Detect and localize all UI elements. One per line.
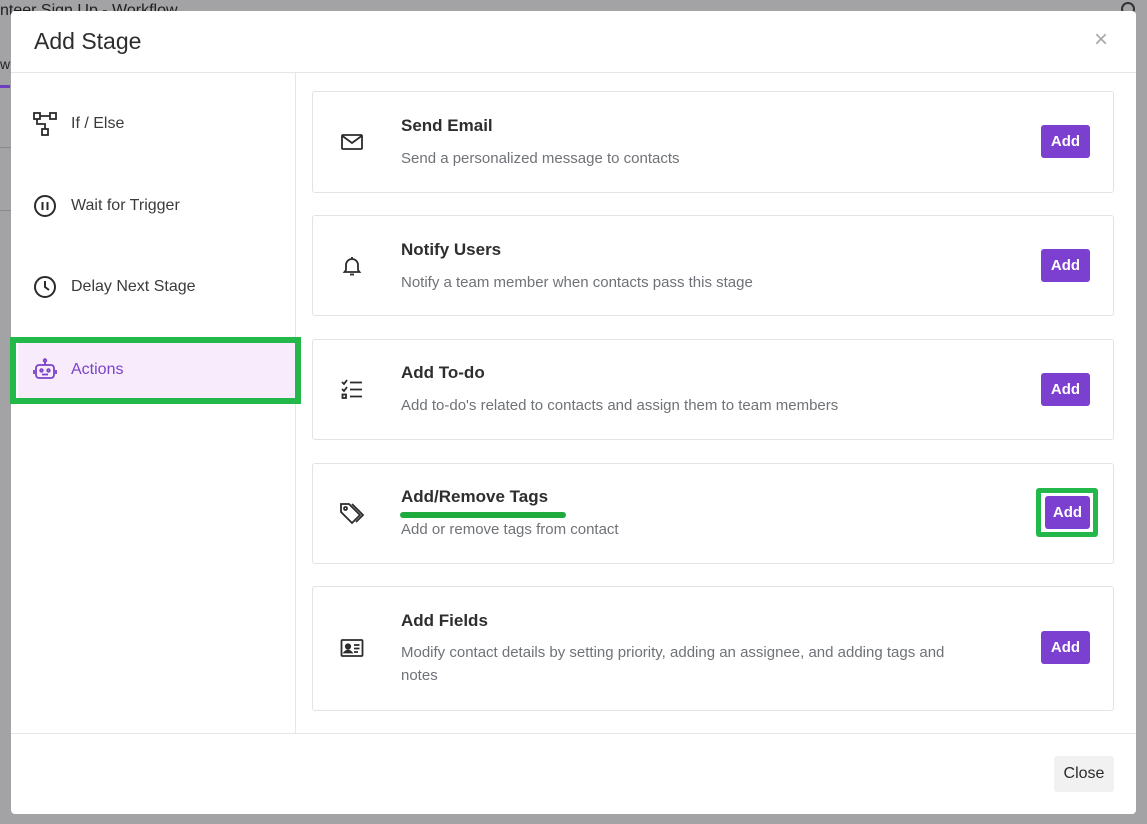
- modal-title: Add Stage: [34, 28, 142, 54]
- background-tab: w: [0, 56, 11, 72]
- modal-footer: Close: [11, 733, 1136, 814]
- sidebar-item-label: Delay Next Stage: [71, 278, 196, 295]
- close-button[interactable]: Close: [1054, 756, 1114, 792]
- action-description: Add or remove tags from contact: [401, 521, 619, 538]
- sidebar-item-wait-for-trigger[interactable]: Wait for Trigger: [18, 178, 300, 234]
- add-send-email-button[interactable]: Add: [1041, 125, 1090, 158]
- sidebar-item-label: If / Else: [71, 115, 125, 132]
- action-title: Add/Remove Tags: [401, 487, 549, 506]
- add-todo-button[interactable]: Add: [1041, 373, 1090, 406]
- background-tab-underline: [0, 85, 10, 88]
- action-title: Notify Users: [401, 240, 502, 259]
- close-icon[interactable]: ×: [1092, 28, 1110, 53]
- action-card-notify-users: Notify Users Notify a team member when c…: [312, 215, 1114, 316]
- action-card-add-fields: Add Fields Modify contact details by set…: [312, 586, 1114, 711]
- add-fields-button[interactable]: Add: [1041, 631, 1090, 664]
- add-stage-modal: Add Stage × If / Else Wait for Trigger D…: [10, 11, 1136, 814]
- sidebar-item-label: Wait for Trigger: [71, 197, 180, 214]
- action-card-add-remove-tags: Add/Remove Tags Add or remove tags from …: [312, 463, 1114, 564]
- pause-circle-icon: [34, 195, 56, 217]
- action-description: Add to-do's related to contacts and assi…: [401, 397, 839, 414]
- action-title: Add To-do: [401, 363, 485, 382]
- tags-icon: [340, 503, 365, 525]
- envelope-icon: [341, 134, 363, 150]
- action-description: Modify contact details by setting priori…: [401, 644, 945, 684]
- action-title: Send Email: [401, 116, 493, 135]
- id-card-icon: [340, 639, 364, 657]
- sidebar-item-delay-next-stage[interactable]: Delay Next Stage: [18, 259, 300, 315]
- action-card-send-email: Send Email Send a personalized message t…: [312, 91, 1114, 193]
- add-remove-tags-button[interactable]: Add: [1045, 496, 1090, 529]
- stage-type-sidebar: If / Else Wait for Trigger Delay Next St…: [10, 73, 301, 733]
- annotation-highlight-box: [10, 337, 301, 404]
- add-notify-users-button[interactable]: Add: [1041, 249, 1090, 282]
- action-title: Add Fields: [401, 611, 488, 630]
- action-card-add-todo: Add To-do Add to-do's related to contact…: [312, 339, 1114, 440]
- action-description: Send a personalized message to contacts: [401, 150, 680, 167]
- action-description: Notify a team member when contacts pass …: [401, 274, 753, 291]
- sidebar-item-if-else[interactable]: If / Else: [18, 96, 300, 152]
- checklist-icon: [341, 379, 362, 399]
- clock-icon: [34, 276, 56, 298]
- branch-icon: [33, 112, 57, 136]
- modal-header: Add Stage ×: [11, 11, 1136, 73]
- bell-icon: [342, 257, 362, 276]
